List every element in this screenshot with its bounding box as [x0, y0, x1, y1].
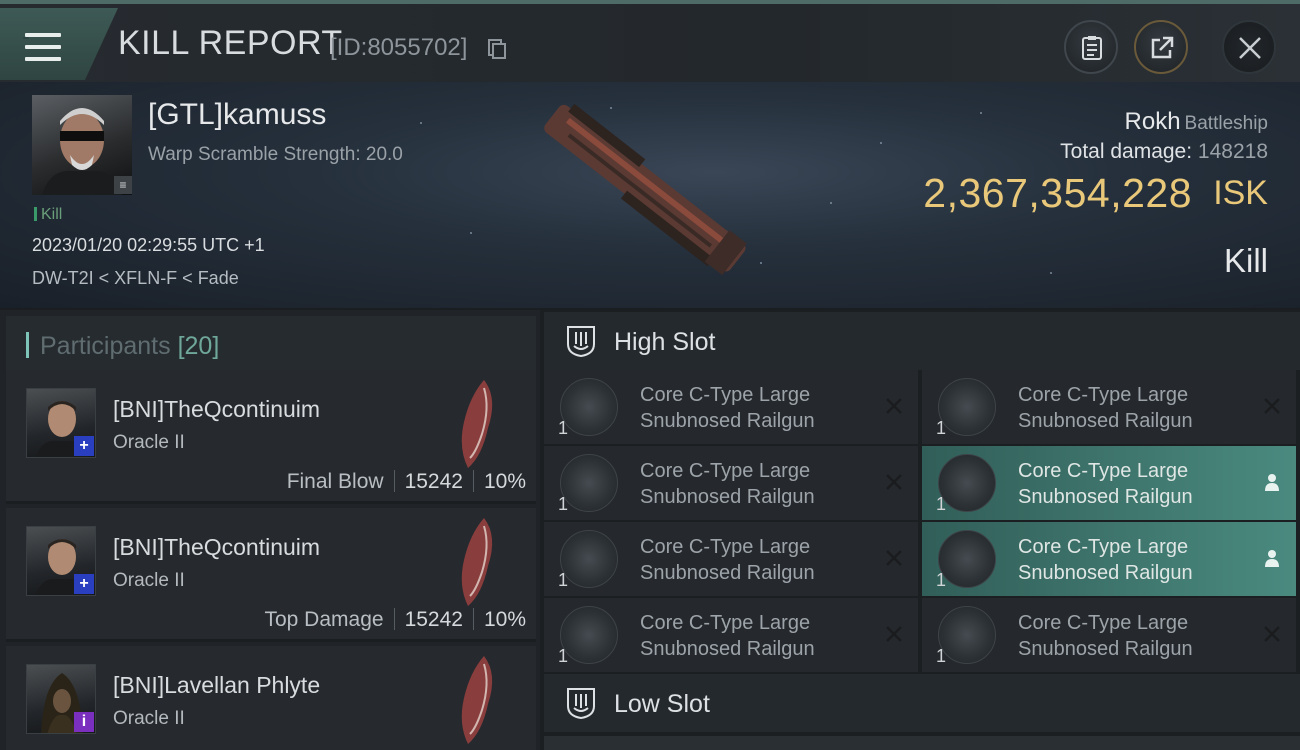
isk-value: 2,367,354,228: [923, 170, 1192, 216]
share-button[interactable]: [1134, 20, 1188, 74]
railgun-icon: [560, 530, 618, 588]
participant-row[interactable]: i [BNI]Lavellan Phlyte Oracle II: [6, 646, 536, 750]
low-slot-items-partial: [544, 736, 1300, 750]
destroyed-icon: [886, 398, 902, 414]
railgun-icon: [938, 530, 996, 588]
participant-name[interactable]: [BNI]TheQcontinuim: [113, 396, 320, 423]
item-quantity: 1: [558, 646, 569, 666]
item-name: Core C-Type Large Snubnosed Railgun: [640, 460, 815, 508]
share-icon: [1151, 36, 1174, 59]
participant-row[interactable]: + [BNI]TheQcontinuim Oracle II Final Blo…: [6, 370, 536, 504]
alliance-badge-icon: i: [74, 712, 94, 732]
item-name: Core C-Type Large Snubnosed Railgun: [1018, 460, 1193, 508]
participant-stats: Top Damage 15242 10%: [264, 608, 526, 631]
railgun-icon: [938, 454, 996, 512]
participant-ship-icon[interactable]: [454, 378, 498, 470]
participant-name[interactable]: [BNI]Lavellan Phlyte: [113, 672, 320, 699]
victim-name[interactable]: [GTL]kamuss: [148, 98, 326, 132]
alliance-badge-icon: +: [74, 574, 94, 594]
warp-scramble-strength: Warp Scramble Strength: 20.0: [148, 144, 403, 165]
menu-button[interactable]: [0, 8, 118, 80]
destroyed-icon: [886, 474, 902, 490]
kill-location[interactable]: DW-T2I < XFLN-F < Fade: [32, 268, 239, 289]
close-button[interactable]: [1222, 20, 1276, 74]
participant-stats: Final Blow 15242 10%: [286, 470, 526, 493]
module-slot-item[interactable]: 1 Core C-Type Large Snubnosed Railgun: [544, 446, 918, 520]
destroyed-icon: [886, 626, 902, 642]
railgun-icon: [938, 378, 996, 436]
destroyed-icon: [1264, 398, 1280, 414]
participants-header: Participants [20]: [6, 316, 536, 374]
dropped-person-icon: [1265, 474, 1279, 491]
item-quantity: 1: [936, 646, 947, 666]
item-name: Core C-Type Large Snubnosed Railgun: [1018, 384, 1193, 432]
railgun-icon: [560, 606, 618, 664]
low-slot-title: Low Slot: [614, 690, 710, 718]
destroyed-icon: [1264, 626, 1280, 642]
low-slot-icon: [567, 688, 595, 720]
participant-ship-icon[interactable]: [454, 516, 498, 608]
participant-ship: Oracle II: [113, 708, 185, 729]
participant-name[interactable]: [BNI]TheQcontinuim: [113, 534, 320, 561]
ship-class: Battleship: [1184, 113, 1268, 134]
kill-timestamp: 2023/01/20 02:29:55 UTC +1: [32, 235, 265, 255]
copy-icon[interactable]: [488, 39, 506, 59]
kill-tag: Kill: [34, 206, 62, 224]
participant-ship: Oracle II: [113, 570, 185, 591]
item-name: Core C-Type Large Snubnosed Railgun: [640, 384, 815, 432]
item-name: Core C-Type Large Snubnosed Railgun: [1018, 536, 1193, 584]
participant-ship: Oracle II: [113, 432, 185, 453]
kill-result: Kill: [1223, 242, 1268, 279]
item-name: Core C-Type Large Snubnosed Railgun: [640, 536, 815, 584]
victim-ship-image[interactable]: [520, 102, 770, 282]
participants-panel: Participants [20] + [BNI]TheQcontinuim O…: [0, 310, 540, 750]
dropped-person-icon: [1265, 550, 1279, 567]
high-slot-icon: [567, 326, 595, 358]
page-title: KILL REPORT: [118, 24, 343, 62]
menu-icon: [23, 33, 61, 61]
report-id: [ID:8055702]: [330, 34, 468, 61]
item-quantity: 1: [558, 570, 569, 590]
item-quantity: 1: [936, 418, 947, 438]
module-slot-item[interactable]: 1 Core C-Type Large Snubnosed Railgun: [922, 370, 1296, 444]
high-slot-title: High Slot: [614, 328, 716, 356]
victim-ship-name[interactable]: Rokh Battleship: [1125, 108, 1268, 136]
victim-panel: ≡ [GTL]kamuss Warp Scramble Strength: 20…: [0, 82, 1300, 308]
clipboard-button[interactable]: [1064, 20, 1118, 74]
module-slot-item[interactable]: 1 Core C-Type Large Snubnosed Railgun: [922, 598, 1296, 672]
isk-unit: ISK: [1213, 174, 1268, 212]
item-quantity: 1: [936, 494, 947, 514]
item-quantity: 1: [936, 570, 947, 590]
railgun-icon: [938, 606, 996, 664]
participant-ship-icon[interactable]: [454, 654, 498, 746]
low-slot-header: Low Slot: [544, 674, 1300, 732]
module-slot-item-dropped[interactable]: 1 Core C-Type Large Snubnosed Railgun: [922, 522, 1296, 596]
clipboard-icon: [1082, 36, 1102, 60]
module-slot-item-dropped[interactable]: 1 Core C-Type Large Snubnosed Railgun: [922, 446, 1296, 520]
item-quantity: 1: [558, 494, 569, 514]
module-slot-item[interactable]: 1 Core C-Type Large Snubnosed Railgun: [544, 522, 918, 596]
fitting-slots-panel: High Slot 1 Core C-Type Large Snubnosed R…: [540, 310, 1300, 750]
railgun-icon: [560, 378, 618, 436]
railgun-icon: [560, 454, 618, 512]
participant-row[interactable]: + [BNI]TheQcontinuim Oracle II Top Damag…: [6, 508, 536, 642]
item-name: Core C-Type Large Snubnosed Railgun: [1018, 612, 1193, 660]
module-slot-item[interactable]: 1 Core C-Type Large Snubnosed Railgun: [544, 370, 918, 444]
portrait-menu-icon[interactable]: ≡: [114, 176, 132, 194]
top-bar: KILL REPORT [ID:8055702]: [0, 0, 1300, 82]
module-slot-item[interactable]: 1 Core C-Type Large Snubnosed Railgun: [544, 598, 918, 672]
alliance-badge-icon: +: [74, 436, 94, 456]
close-icon: [1239, 37, 1261, 59]
participants-title: Participants [20]: [40, 332, 220, 360]
item-quantity: 1: [558, 418, 569, 438]
high-slot-header: High Slot: [544, 312, 1300, 370]
item-name: Core C-Type Large Snubnosed Railgun: [640, 612, 815, 660]
total-damage: Total damage: 148218: [1060, 140, 1268, 163]
destroyed-icon: [886, 550, 902, 566]
